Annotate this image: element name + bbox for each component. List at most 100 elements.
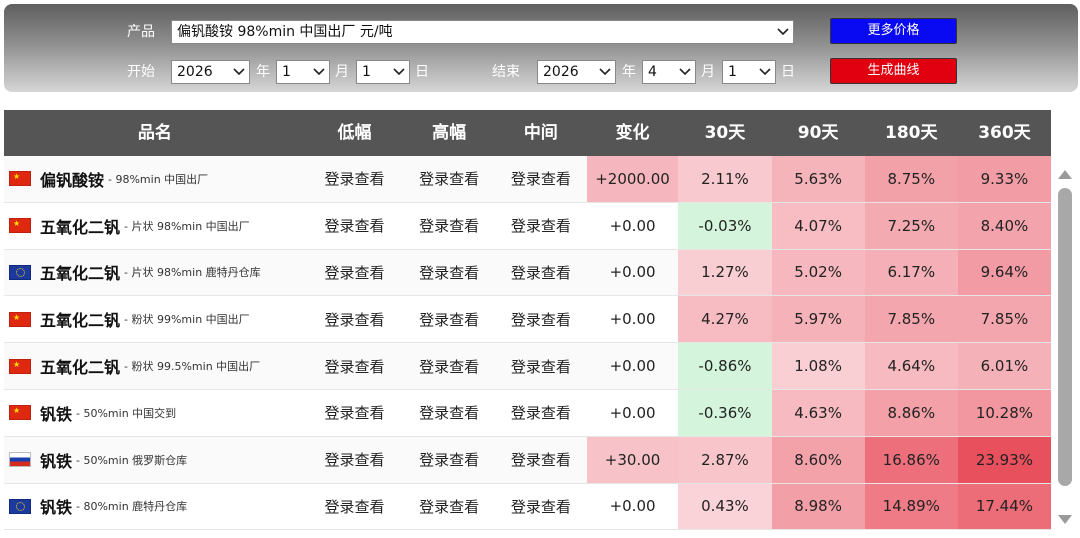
- cell-mid[interactable]: 登录查看: [495, 484, 587, 530]
- cell-mid[interactable]: 登录查看: [495, 390, 587, 436]
- cell-high[interactable]: 登录查看: [403, 156, 495, 202]
- chevron-down-icon: [777, 28, 789, 38]
- table-row[interactable]: ★ 五氧化二钒 - 片状 98%min 中国出厂 登录查看 登录查看 登录查看 +0.00-…: [4, 202, 1052, 250]
- cell-change: +0.00: [609, 263, 656, 282]
- end-year-select[interactable]: 2026: [537, 60, 616, 84]
- product-name[interactable]: 钒铁: [40, 494, 72, 518]
- cell-high[interactable]: 登录查看: [403, 250, 495, 296]
- cell-high[interactable]: 登录查看: [403, 484, 495, 530]
- col-header-90d: 90天: [797, 123, 839, 143]
- table-row[interactable]: ★ 钒铁 - 50%min 中国交到 登录查看 登录查看 登录查看 +0.00 -0.36% 4…: [4, 389, 1052, 437]
- product-name-cell[interactable]: 五氧化二钒 - 片状 98%min 鹿特丹仓库: [4, 250, 306, 296]
- cell-d90: 8.60%: [771, 436, 865, 483]
- cn-flag-icon: ★: [9, 311, 31, 327]
- product-name-cell[interactable]: ★ 五氧化二钒 - 粉状 99%min 中国出厂: [4, 296, 306, 342]
- cell-high[interactable]: 登录查看: [403, 343, 495, 389]
- start-day-value: 1: [362, 64, 371, 80]
- start-month-unit: 月: [335, 64, 349, 80]
- table-row[interactable]: 五氧化二钒 - 片状 98%min 鹿特丹仓库 登录查看 登录查看 登录查看 +0.00 1…: [4, 249, 1052, 297]
- product-name[interactable]: 五氧化二钒: [40, 354, 120, 378]
- chevron-down-icon: [233, 68, 245, 78]
- col-header-name: 品名: [137, 123, 172, 143]
- cn-flag-icon: ★: [9, 358, 31, 374]
- cell-high[interactable]: 登录查看: [403, 390, 495, 436]
- product-spec: - 粉状 99%min 中国出厂: [124, 313, 250, 327]
- chevron-down-icon: [599, 68, 611, 78]
- product-name-cell[interactable]: ★ 钒铁 - 50%min 中国交到: [4, 390, 306, 436]
- end-day-unit: 日: [781, 64, 795, 80]
- col-header-mid: 中间: [523, 123, 558, 143]
- cell-d90: 4.07%: [771, 202, 865, 249]
- scroll-up-arrow-icon[interactable]: [1058, 164, 1072, 179]
- cell-mid[interactable]: 登录查看: [495, 250, 587, 296]
- more-prices-button[interactable]: 更多价格: [830, 18, 957, 44]
- eu-flag-icon: [9, 264, 31, 280]
- cell-mid[interactable]: 登录查看: [495, 437, 587, 483]
- cell-d90: 5.63%: [771, 156, 865, 202]
- scroll-thumb[interactable]: [1058, 188, 1072, 486]
- product-select[interactable]: 偏钒酸铵 98%min 中国出厂 元/吨: [171, 20, 794, 44]
- product-name[interactable]: 偏钒酸铵: [40, 167, 104, 191]
- cell-d360: 9.33%: [957, 156, 1052, 202]
- ru-flag-icon: [9, 452, 31, 468]
- end-month-unit: 月: [701, 64, 715, 80]
- cell-mid[interactable]: 登录查看: [495, 343, 587, 389]
- cell-d30: 0.43%: [678, 483, 772, 530]
- table-row[interactable]: ★ 偏钒酸铵 - 98%min 中国出厂 登录查看 登录查看 登录查看 +2000.00 2.…: [4, 156, 1052, 203]
- generate-curve-button[interactable]: 生成曲线: [830, 58, 957, 84]
- col-header-high: 高幅: [432, 123, 467, 143]
- cell-d30: 2.87%: [678, 436, 772, 483]
- cell-low[interactable]: 登录查看: [306, 296, 404, 342]
- table-row[interactable]: 钒铁 - 50%min 俄罗斯仓库 登录查看 登录查看 登录查看 +30.00 2.87% 8…: [4, 436, 1052, 484]
- product-spec: - 50%min 俄罗斯仓库: [76, 453, 188, 467]
- end-day-select[interactable]: 1: [722, 60, 776, 84]
- start-month-select[interactable]: 1: [276, 60, 330, 84]
- product-name[interactable]: 钒铁: [40, 448, 72, 472]
- cell-high[interactable]: 登录查看: [403, 203, 495, 249]
- cell-high[interactable]: 登录查看: [403, 437, 495, 483]
- table-scrollbar[interactable]: [1054, 160, 1076, 524]
- cn-flag-icon: ★: [9, 218, 31, 234]
- product-name-cell[interactable]: ★ 偏钒酸铵 - 98%min 中国出厂: [4, 156, 306, 202]
- cell-change: +0.00: [609, 310, 656, 329]
- table-row[interactable]: ★ 五氧化二钒 - 粉状 99.5%min 中国出厂 登录查看 登录查看 登录查看 +0.0…: [4, 343, 1052, 390]
- cell-low[interactable]: 登录查看: [306, 156, 404, 202]
- cell-d90: 8.98%: [771, 483, 865, 530]
- scroll-down-arrow-icon[interactable]: [1058, 510, 1072, 524]
- cell-d180: 8.75%: [864, 156, 958, 202]
- product-name-cell[interactable]: 钒铁 - 50%min 俄罗斯仓库: [4, 437, 306, 483]
- start-year-select[interactable]: 2026: [171, 60, 250, 84]
- end-year-unit: 年: [622, 64, 636, 80]
- product-name[interactable]: 五氧化二钒: [40, 214, 120, 238]
- cell-low[interactable]: 登录查看: [306, 484, 404, 530]
- product-name-cell[interactable]: ★ 五氧化二钒 - 粉状 99.5%min 中国出厂: [4, 343, 306, 389]
- end-month-select[interactable]: 4: [642, 60, 696, 84]
- cell-mid[interactable]: 登录查看: [495, 296, 587, 342]
- start-day-unit: 日: [415, 64, 429, 80]
- product-spec: - 80%min 鹿特丹仓库: [76, 500, 188, 514]
- cell-d180: 4.64%: [864, 343, 958, 389]
- end-label: 结束: [492, 64, 520, 80]
- product-name-cell[interactable]: ★ 五氧化二钒 - 片状 98%min 中国出厂: [4, 203, 306, 249]
- product-name[interactable]: 五氧化二钒: [40, 307, 120, 331]
- cell-low[interactable]: 登录查看: [306, 390, 404, 436]
- product-name[interactable]: 五氧化二钒: [40, 260, 120, 284]
- table-header: 品名 低幅 高幅 中间 变化 30天 90天 180天 360天: [4, 110, 1051, 156]
- cell-low[interactable]: 登录查看: [306, 203, 404, 249]
- cell-d30: -0.86%: [678, 343, 772, 389]
- start-day-select[interactable]: 1: [356, 60, 410, 84]
- cell-d360: 6.01%: [957, 343, 1052, 389]
- cell-high[interactable]: 登录查看: [403, 296, 495, 342]
- cell-low[interactable]: 登录查看: [306, 250, 404, 296]
- cell-low[interactable]: 登录查看: [306, 437, 404, 483]
- table-row[interactable]: 钒铁 - 80%min 鹿特丹仓库 登录查看 登录查看 登录查看 +0.00 0.43% 8.…: [4, 483, 1052, 531]
- cell-low[interactable]: 登录查看: [306, 343, 404, 389]
- table-row[interactable]: ★ 五氧化二钒 - 粉状 99%min 中国出厂 登录查看 登录查看 登录查看 +0.00 4…: [4, 296, 1052, 344]
- product-name[interactable]: 钒铁: [40, 401, 72, 425]
- product-spec: - 片状 98%min 中国出厂: [124, 219, 250, 233]
- product-name-cell[interactable]: 钒铁 - 80%min 鹿特丹仓库: [4, 484, 306, 530]
- cell-mid[interactable]: 登录查看: [495, 156, 587, 202]
- cell-d30: 2.11%: [678, 156, 772, 202]
- start-label: 开始: [127, 64, 155, 80]
- cell-mid[interactable]: 登录查看: [495, 203, 587, 249]
